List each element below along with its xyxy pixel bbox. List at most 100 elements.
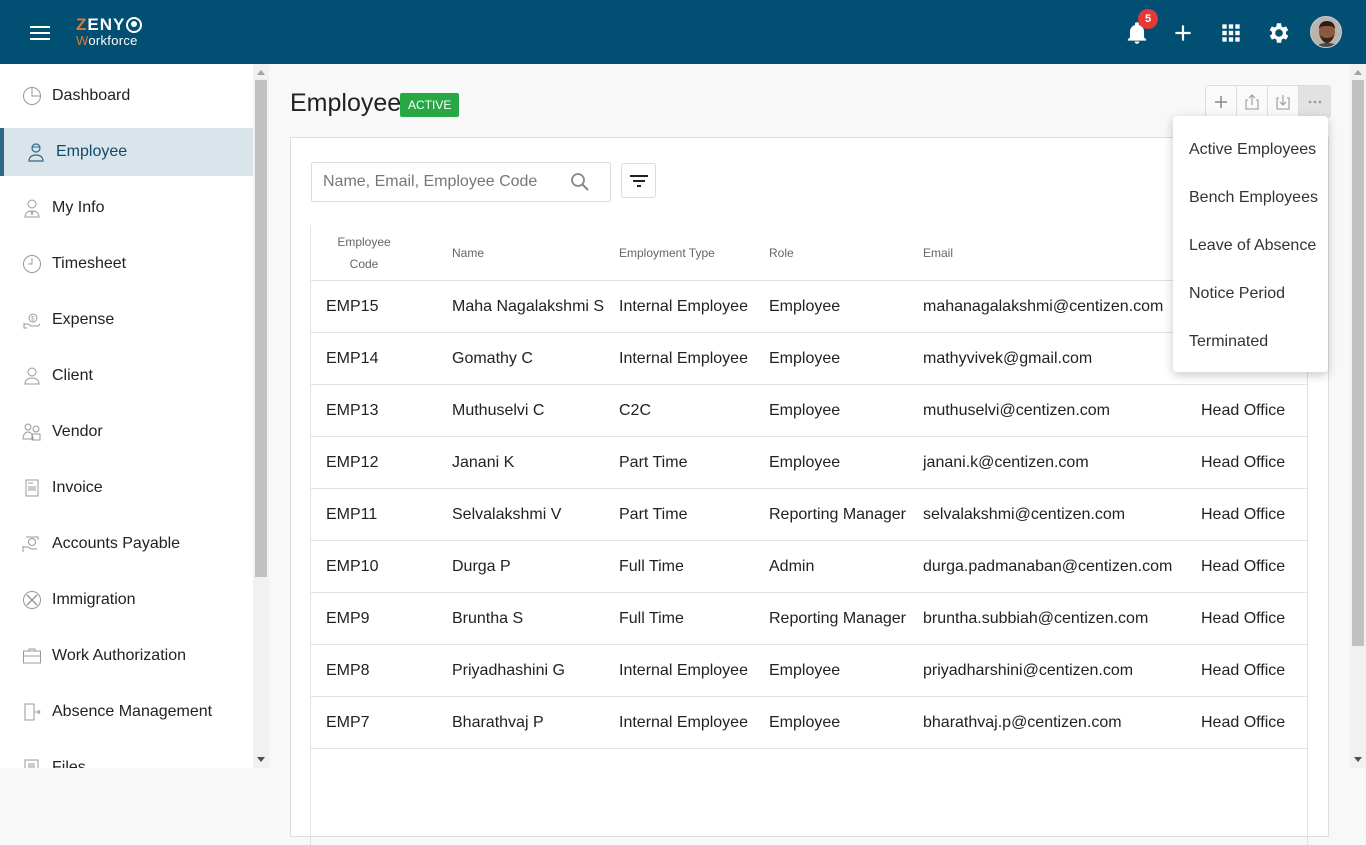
table-row[interactable]: EMP7 Bharathvaj P Internal Employee Employe… — [310, 697, 1308, 749]
user-avatar[interactable] — [1310, 16, 1342, 48]
cell-email[interactable]: mathyvivek@gmail.com — [923, 347, 1201, 371]
cell-employment-type: Full Time — [619, 557, 684, 575]
cell-employment-type: Internal Employee — [619, 713, 748, 731]
dropdown-item-terminated[interactable]: Terminated — [1173, 318, 1328, 366]
header-employee-code[interactable]: Employee Code — [310, 225, 418, 280]
cell-email[interactable]: durga.padmanaban@centizen.com — [923, 555, 1201, 579]
apps-button[interactable] — [1218, 20, 1244, 46]
sidebar-item-expense[interactable]: $ Expense — [0, 296, 253, 344]
cell-employee-code: EMP8 — [326, 661, 370, 679]
toolbar — [1205, 85, 1331, 118]
my-info-icon — [21, 197, 43, 219]
table-header: Employee Code Name Employment Type Role E… — [310, 225, 1308, 281]
logo[interactable]: Z ENY Workforce — [76, 15, 143, 47]
filter-button[interactable] — [621, 163, 656, 198]
header-email[interactable]: Email — [923, 225, 1201, 280]
main-scrollbar[interactable] — [1350, 64, 1366, 768]
cell-employee-code: EMP10 — [326, 557, 379, 575]
immigration-icon — [21, 589, 43, 611]
table-row[interactable]: EMP14 Gomathy C Internal Employee Employee m… — [310, 333, 1308, 385]
dropdown-item-notice-period[interactable]: Notice Period — [1173, 270, 1328, 318]
cell-email[interactable]: janani.k@centizen.com — [923, 451, 1201, 475]
table-row[interactable]: EMP12 Janani K Part Time Employee janani.k@c… — [310, 437, 1308, 489]
dropdown-item-leave-of-absence[interactable]: Leave of Absence — [1173, 222, 1328, 270]
scroll-down-arrow-icon[interactable] — [257, 757, 265, 762]
sidebar-scrollbar-thumb[interactable] — [255, 80, 267, 577]
dropdown-item-active-employees[interactable]: Active Employees — [1173, 126, 1328, 174]
scroll-up-arrow-icon[interactable] — [1354, 70, 1362, 75]
search-box — [311, 162, 611, 202]
cell-location: Head Office — [1201, 401, 1286, 419]
table-row[interactable]: EMP13 Muthuselvi C C2C Employee muthuselvi@c… — [310, 385, 1308, 437]
search-icon[interactable] — [570, 172, 590, 192]
cell-email[interactable]: selvalakshmi@centizen.com — [923, 503, 1201, 527]
cell-email[interactable]: bharathvaj.p@centizen.com — [923, 711, 1201, 735]
sidebar-item-my-info[interactable]: My Info — [0, 184, 253, 232]
table-row[interactable]: EMP15 Maha Nagalakshmi S Internal Employee… — [310, 281, 1308, 333]
sidebar-scrollbar[interactable] — [253, 64, 269, 768]
main-scrollbar-thumb[interactable] — [1352, 80, 1364, 646]
scroll-up-arrow-icon[interactable] — [257, 70, 265, 75]
more-options-button[interactable] — [1299, 86, 1330, 117]
sidebar-item-label: Files — [52, 759, 86, 768]
sidebar-item-work-authorization[interactable]: Work Authorization — [0, 632, 253, 680]
cell-email[interactable]: priyadharshini@centizen.com — [923, 659, 1201, 683]
header-label: Code — [349, 256, 379, 271]
dropdown-item-bench-employees[interactable]: Bench Employees — [1173, 174, 1328, 222]
table-row[interactable]: EMP8 Priyadhashini G Internal Employee Empl… — [310, 645, 1308, 697]
invoice-icon — [21, 477, 43, 499]
header-name[interactable]: Name — [452, 225, 619, 280]
sidebar-item-absence-management[interactable]: Absence Management — [0, 688, 253, 736]
cell-name: Bruntha S — [452, 609, 524, 627]
cell-name: Selvalakshmi V — [452, 505, 562, 523]
scroll-down-arrow-icon[interactable] — [1354, 757, 1362, 762]
header-employment-type[interactable]: Employment Type — [619, 225, 769, 280]
cell-email[interactable]: muthuselvi@centizen.com — [923, 399, 1201, 423]
logo-letter: Z — [76, 15, 88, 34]
cell-email[interactable]: mahanagalakshmi@centizen.com — [923, 295, 1201, 319]
sidebar-item-employee[interactable]: Employee — [0, 128, 253, 176]
sidebar-item-label: Vendor — [52, 423, 103, 440]
sidebar-item-label: Accounts Payable — [52, 535, 181, 552]
sidebar-item-invoice[interactable]: Invoice — [0, 464, 253, 512]
notifications-button[interactable]: 5 — [1124, 9, 1158, 46]
add-employee-button[interactable] — [1206, 86, 1237, 117]
search-input[interactable] — [312, 163, 562, 201]
cell-employment-type: C2C — [619, 401, 652, 419]
settings-button[interactable] — [1266, 20, 1292, 46]
cell-name: Maha Nagalakshmi S — [452, 297, 605, 315]
cell-employee-code: EMP13 — [326, 401, 379, 419]
sidebar-item-label: Employee — [56, 143, 128, 160]
sidebar: Dashboard Employee My Info Timesheet $ E… — [0, 64, 253, 768]
header-role[interactable]: Role — [769, 225, 923, 280]
header-label: Employee — [337, 234, 391, 249]
cell-name: Priyadhashini G — [452, 661, 565, 679]
sidebar-item-dashboard[interactable]: Dashboard — [0, 72, 253, 120]
sidebar-item-files[interactable]: Files — [0, 744, 253, 768]
sidebar-item-vendor[interactable]: Vendor — [0, 408, 253, 456]
cell-name: Janani K — [452, 453, 515, 471]
import-button[interactable] — [1268, 86, 1299, 117]
sidebar-item-label: Timesheet — [52, 255, 127, 272]
table-row[interactable]: EMP10 Durga P Full Time Admin durga.padmanab… — [310, 541, 1308, 593]
cell-role: Admin — [769, 557, 815, 575]
sidebar-item-timesheet[interactable]: Timesheet — [0, 240, 253, 288]
sidebar-item-client[interactable]: Client — [0, 352, 253, 400]
table-row[interactable]: EMP11 Selvalakshmi V Part Time Reporting Ma… — [310, 489, 1308, 541]
status-filter-dropdown: Active Employees Bench Employees Leave o… — [1173, 116, 1328, 372]
timesheet-icon — [21, 253, 43, 275]
cell-employment-type: Full Time — [619, 609, 684, 627]
export-button[interactable] — [1237, 86, 1268, 117]
ellipsis-icon — [1308, 100, 1321, 103]
cell-location: Head Office — [1201, 453, 1286, 471]
hamburger-menu-icon[interactable] — [30, 26, 50, 40]
sidebar-item-label: Expense — [52, 311, 115, 328]
sidebar-item-immigration[interactable]: Immigration — [0, 576, 253, 624]
top-bar: Z ENY Workforce 5 — [0, 0, 1366, 64]
sidebar-item-accounts-payable[interactable]: Accounts Payable — [0, 520, 253, 568]
add-button[interactable] — [1170, 20, 1196, 46]
cell-employee-code: EMP9 — [326, 609, 370, 627]
cell-email[interactable]: bruntha.subbiah@centizen.com — [923, 607, 1201, 631]
table-row[interactable]: EMP9 Bruntha S Full Time Reporting Manager b… — [310, 593, 1308, 645]
cell-name: Bharathvaj P — [452, 713, 544, 731]
